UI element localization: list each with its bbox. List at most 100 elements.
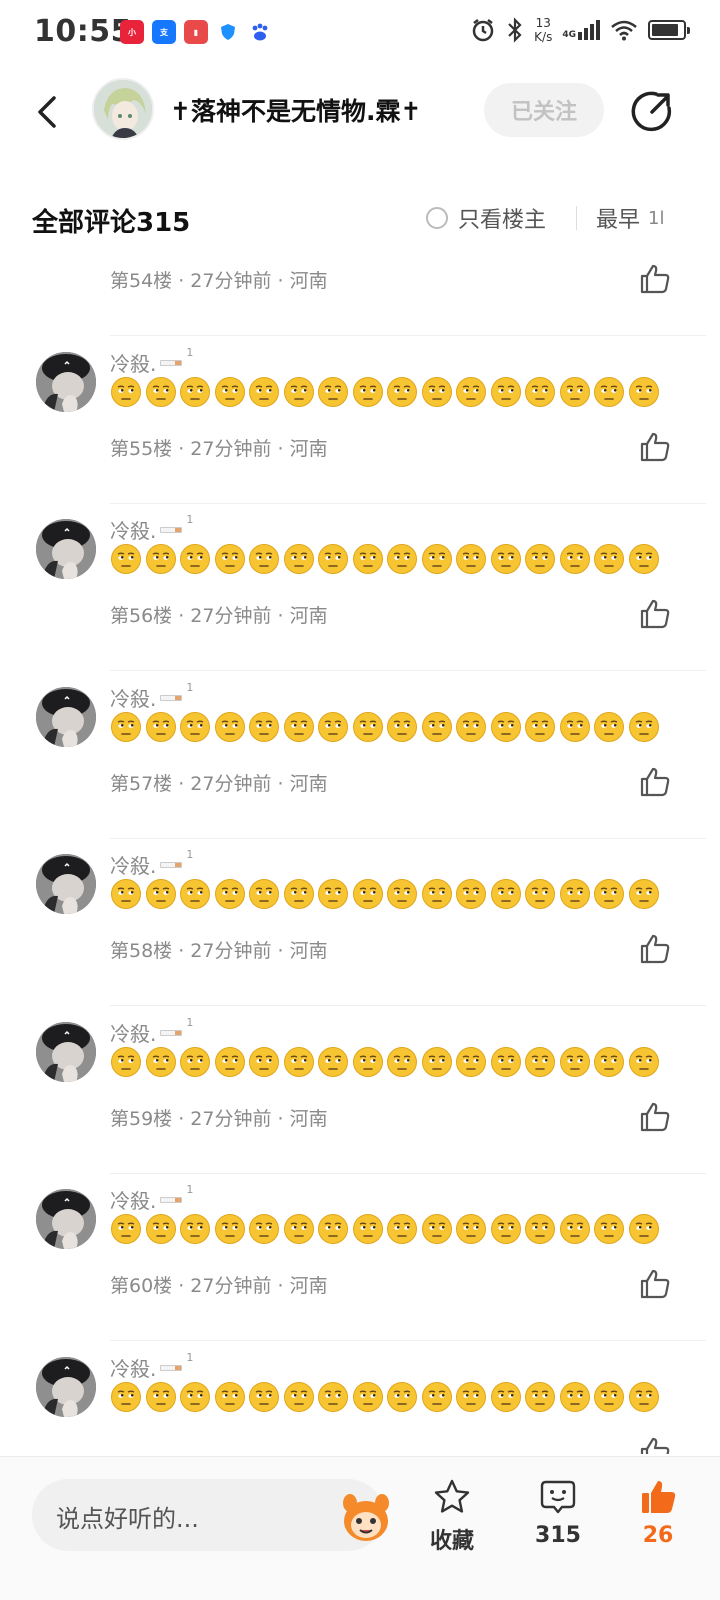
commenter-avatar[interactable]: [36, 1021, 96, 1082]
rolling-eyes-emoji-icon: [386, 1381, 418, 1413]
wifi-icon: [611, 20, 637, 41]
comment-count: 315: [535, 1523, 581, 1548]
rolling-eyes-emoji-icon: [283, 711, 315, 743]
rolling-eyes-emoji-icon: [524, 1381, 556, 1413]
commenter-name[interactable]: 冷殺. 1: [110, 1183, 194, 1214]
like-button[interactable]: [638, 1267, 672, 1301]
like-button[interactable]: [638, 765, 672, 799]
sort-icon: 1l: [648, 207, 665, 229]
rolling-eyes-emoji-icon: [490, 711, 522, 743]
commenter-avatar[interactable]: [36, 854, 96, 914]
thumbs-up-icon: [640, 1269, 670, 1299]
cigarette-badge-icon: [160, 359, 183, 366]
rolling-eyes-emoji-icon: [628, 1213, 660, 1245]
commenter-name[interactable]: 冷殺. 1: [110, 848, 193, 879]
commenter-name[interactable]: 冷殺. 1: [110, 1350, 194, 1382]
rolling-eyes-emoji-icon: [214, 376, 246, 408]
comment-body: [110, 711, 660, 743]
comment-item: 冷殺. 1 第59楼 · 27分钟前 · 河南: [0, 1006, 720, 1174]
comments-button[interactable]: 315: [518, 1477, 598, 1548]
rolling-eyes-emoji-icon: [317, 543, 349, 575]
rolling-eyes-emoji-icon: [490, 1213, 522, 1245]
rolling-eyes-emoji-icon: [145, 543, 177, 575]
like-button[interactable]: [638, 1435, 672, 1454]
commenter-name-text: 冷殺.: [110, 1356, 157, 1381]
bottom-bar: 说点好听的... 收藏 315 26: [0, 1456, 720, 1600]
rolling-eyes-emoji-icon: [352, 878, 384, 910]
comment-input[interactable]: 说点好听的...: [32, 1479, 389, 1551]
rolling-eyes-emoji-icon: [317, 376, 349, 408]
comments-title: 全部评论315: [32, 208, 191, 238]
favorite-label: 收藏: [429, 1529, 474, 1554]
commenter-name[interactable]: 冷殺. 1: [110, 513, 193, 544]
rolling-eyes-emoji-icon: [559, 711, 591, 743]
rolling-eyes-emoji-icon: [179, 1213, 211, 1245]
cell-signal-icon: 4G: [562, 20, 600, 40]
commenter-name-text: 冷殺.: [110, 1189, 157, 1213]
commenter-name[interactable]: 冷殺. 1: [110, 346, 193, 377]
rolling-eyes-emoji-icon: [421, 1213, 453, 1245]
like-button[interactable]: [638, 1100, 672, 1134]
rolling-eyes-emoji-icon: [145, 1381, 177, 1413]
user-level-mark: 1: [186, 1183, 194, 1196]
commenter-name-text: 冷殺.: [110, 686, 157, 711]
cigarette-badge-icon: [160, 862, 183, 868]
comment-item: 冷殺. 1 第58楼 · 27分钟前 · 河南: [0, 838, 720, 1006]
author-name[interactable]: ✝落神不是无情物.霖✝: [170, 92, 421, 128]
rolling-eyes-emoji-icon: [248, 543, 280, 575]
comment-input-placeholder: 说点好听的...: [56, 1505, 199, 1533]
rolling-eyes-emoji-icon: [317, 1046, 349, 1078]
net-speed: 13 K/s: [534, 16, 553, 44]
back-button[interactable]: [26, 88, 66, 136]
notification-icons: 小 支 ▮: [120, 20, 272, 44]
rolling-eyes-emoji-icon: [559, 376, 591, 408]
follow-button[interactable]: 已关注: [484, 83, 604, 137]
rolling-eyes-emoji-icon: [386, 376, 418, 408]
like-post-button[interactable]: 26: [618, 1477, 698, 1548]
sort-label: 最早: [596, 208, 641, 233]
comment-list[interactable]: 第54楼 · 27分钟前 · 河南 冷殺. 1 第55楼 · 27分钟前 · 河…: [0, 262, 720, 1454]
comment-body: [110, 1213, 660, 1245]
comment-item: 冷殺. 1: [0, 1341, 720, 1454]
like-button[interactable]: [638, 430, 672, 464]
commenter-avatar[interactable]: [36, 1189, 96, 1249]
commenter-name[interactable]: 冷殺. 1: [110, 681, 193, 712]
rolling-eyes-emoji-icon: [317, 878, 349, 910]
battery-icon: [648, 20, 690, 40]
sort-button[interactable]: 最早 1l: [596, 202, 664, 234]
rolling-eyes-emoji-icon: [421, 543, 453, 575]
rolling-eyes-emoji-icon: [593, 543, 625, 575]
like-button[interactable]: [638, 597, 672, 631]
rolling-eyes-emoji-icon: [248, 711, 280, 743]
rolling-eyes-emoji-icon: [248, 1381, 280, 1413]
mascot-icon[interactable]: [338, 1489, 394, 1545]
commenter-avatar[interactable]: [36, 1356, 96, 1417]
rolling-eyes-emoji-icon: [559, 1046, 591, 1078]
commenter-avatar[interactable]: [36, 351, 96, 412]
like-button[interactable]: [638, 932, 672, 966]
cigarette-badge-icon: [160, 527, 183, 533]
rolling-eyes-emoji-icon: [352, 1381, 384, 1413]
favorite-button[interactable]: 收藏: [412, 1477, 492, 1555]
rolling-eyes-emoji-icon: [214, 543, 246, 575]
thumbs-up-filled-icon: [642, 1481, 676, 1513]
rolling-eyes-emoji-icon: [593, 878, 625, 910]
rolling-eyes-emoji-icon: [317, 1381, 349, 1413]
comment-meta: 第55楼 · 27分钟前 · 河南: [110, 437, 328, 460]
comment-bubble-icon: [540, 1480, 576, 1514]
rolling-eyes-emoji-icon: [490, 878, 522, 910]
owner-only-toggle[interactable]: 只看楼主: [426, 202, 546, 234]
rolling-eyes-emoji-icon: [421, 376, 453, 408]
rolling-eyes-emoji-icon: [593, 1381, 625, 1413]
rolling-eyes-emoji-icon: [628, 711, 660, 743]
alipay-icon: 支: [152, 20, 176, 44]
user-level-mark: 1: [186, 1350, 194, 1364]
rolling-eyes-emoji-icon: [179, 1046, 211, 1078]
commenter-avatar[interactable]: [36, 519, 96, 579]
commenter-avatar[interactable]: [36, 686, 96, 747]
commenter-name[interactable]: 冷殺. 1: [110, 1016, 193, 1047]
author-avatar[interactable]: [92, 78, 154, 140]
share-button[interactable]: [630, 88, 674, 132]
rolling-eyes-emoji-icon: [628, 543, 660, 575]
like-button[interactable]: [638, 262, 672, 296]
